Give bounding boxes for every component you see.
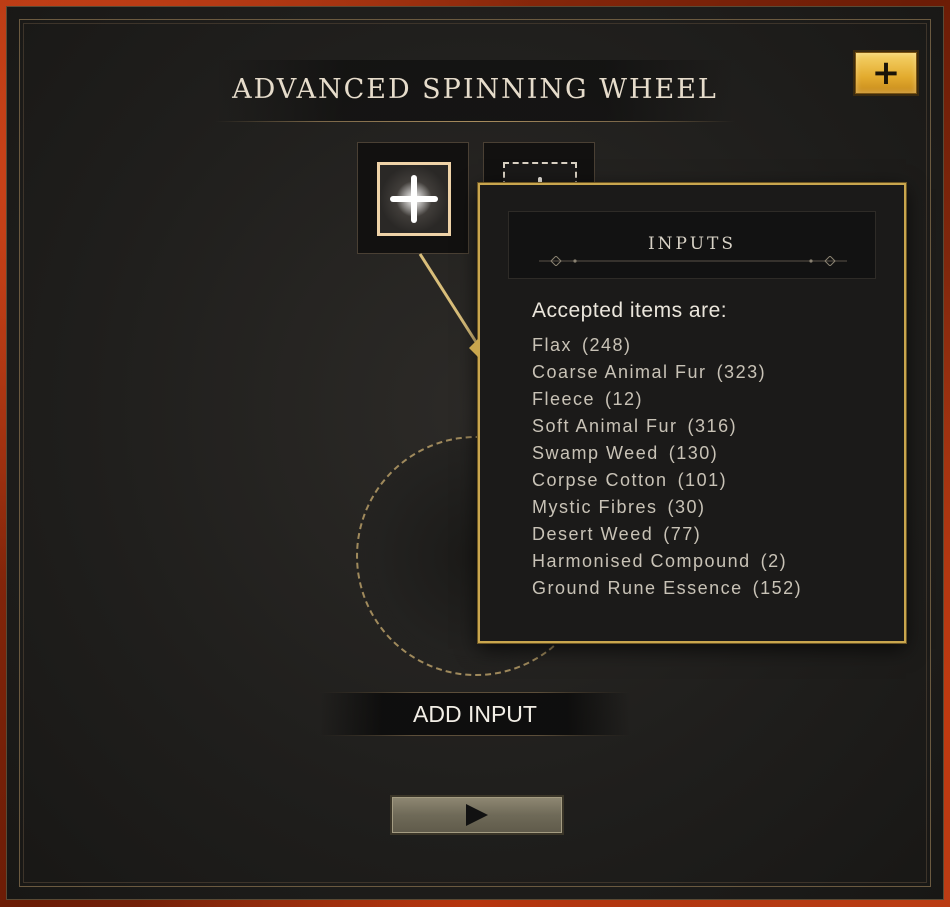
add-input-button[interactable]: ADD INPUT (320, 692, 630, 736)
tooltip-pointer (469, 337, 480, 359)
list-item: Soft Animal Fur (316) (532, 416, 802, 443)
inputs-tooltip: INPUTS Accepted items are: Flax (248) Coa… (469, 183, 906, 643)
item-name: Desert Weed (532, 524, 654, 544)
ornament-divider-icon (539, 256, 847, 266)
selected-slot-frame (377, 162, 451, 236)
item-name: Coarse Animal Fur (532, 362, 707, 382)
title-bar: ADVANCED SPINNING WHEEL (215, 60, 735, 122)
tooltip-title: INPUTS (647, 234, 737, 254)
expand-button[interactable]: + (855, 52, 917, 94)
item-count: (12) (605, 389, 644, 409)
item-count: (316) (687, 416, 738, 436)
start-button[interactable] (390, 795, 564, 835)
sparkle-cross-icon (390, 175, 438, 223)
list-item: Flax (248) (532, 335, 802, 362)
list-item: Fleece (12) (532, 389, 802, 416)
list-item: Coarse Animal Fur (323) (532, 362, 802, 389)
item-count: (77) (663, 524, 702, 544)
accepted-items-list: Flax (248) Coarse Animal Fur (323) Fleece (… (532, 335, 802, 605)
play-icon (466, 804, 488, 826)
window-title: ADVANCED SPINNING WHEEL (232, 74, 718, 105)
item-count: (30) (667, 497, 706, 517)
list-item: Harmonised Compound (2) (532, 551, 802, 578)
item-name: Soft Animal Fur (532, 416, 678, 436)
accepted-items-heading: Accepted items are: (532, 299, 728, 322)
list-item: Ground Rune Essence (152) (532, 578, 802, 605)
item-count: (101) (677, 470, 728, 490)
item-name: Ground Rune Essence (532, 578, 743, 598)
item-name: Corpse Cotton (532, 470, 668, 490)
list-item: Desert Weed (77) (532, 524, 802, 551)
input-slot-1[interactable] (357, 142, 469, 254)
item-count: (130) (668, 443, 719, 463)
list-item: Corpse Cotton (101) (532, 470, 802, 497)
item-name: Swamp Weed (532, 443, 659, 463)
item-count: (248) (582, 335, 632, 355)
item-name: Flax (532, 335, 573, 355)
add-input-label: ADD INPUT (413, 700, 537, 727)
item-count: (152) (752, 578, 803, 598)
item-count: (323) (716, 362, 767, 382)
item-name: Harmonised Compound (532, 551, 751, 571)
plus-icon: + (871, 53, 901, 93)
item-count: (2) (760, 551, 788, 571)
tooltip-header: INPUTS (508, 211, 876, 279)
item-name: Mystic Fibres (532, 497, 658, 517)
item-name: Fleece (532, 389, 596, 409)
list-item: Mystic Fibres (30) (532, 497, 802, 524)
list-item: Swamp Weed (130) (532, 443, 802, 470)
